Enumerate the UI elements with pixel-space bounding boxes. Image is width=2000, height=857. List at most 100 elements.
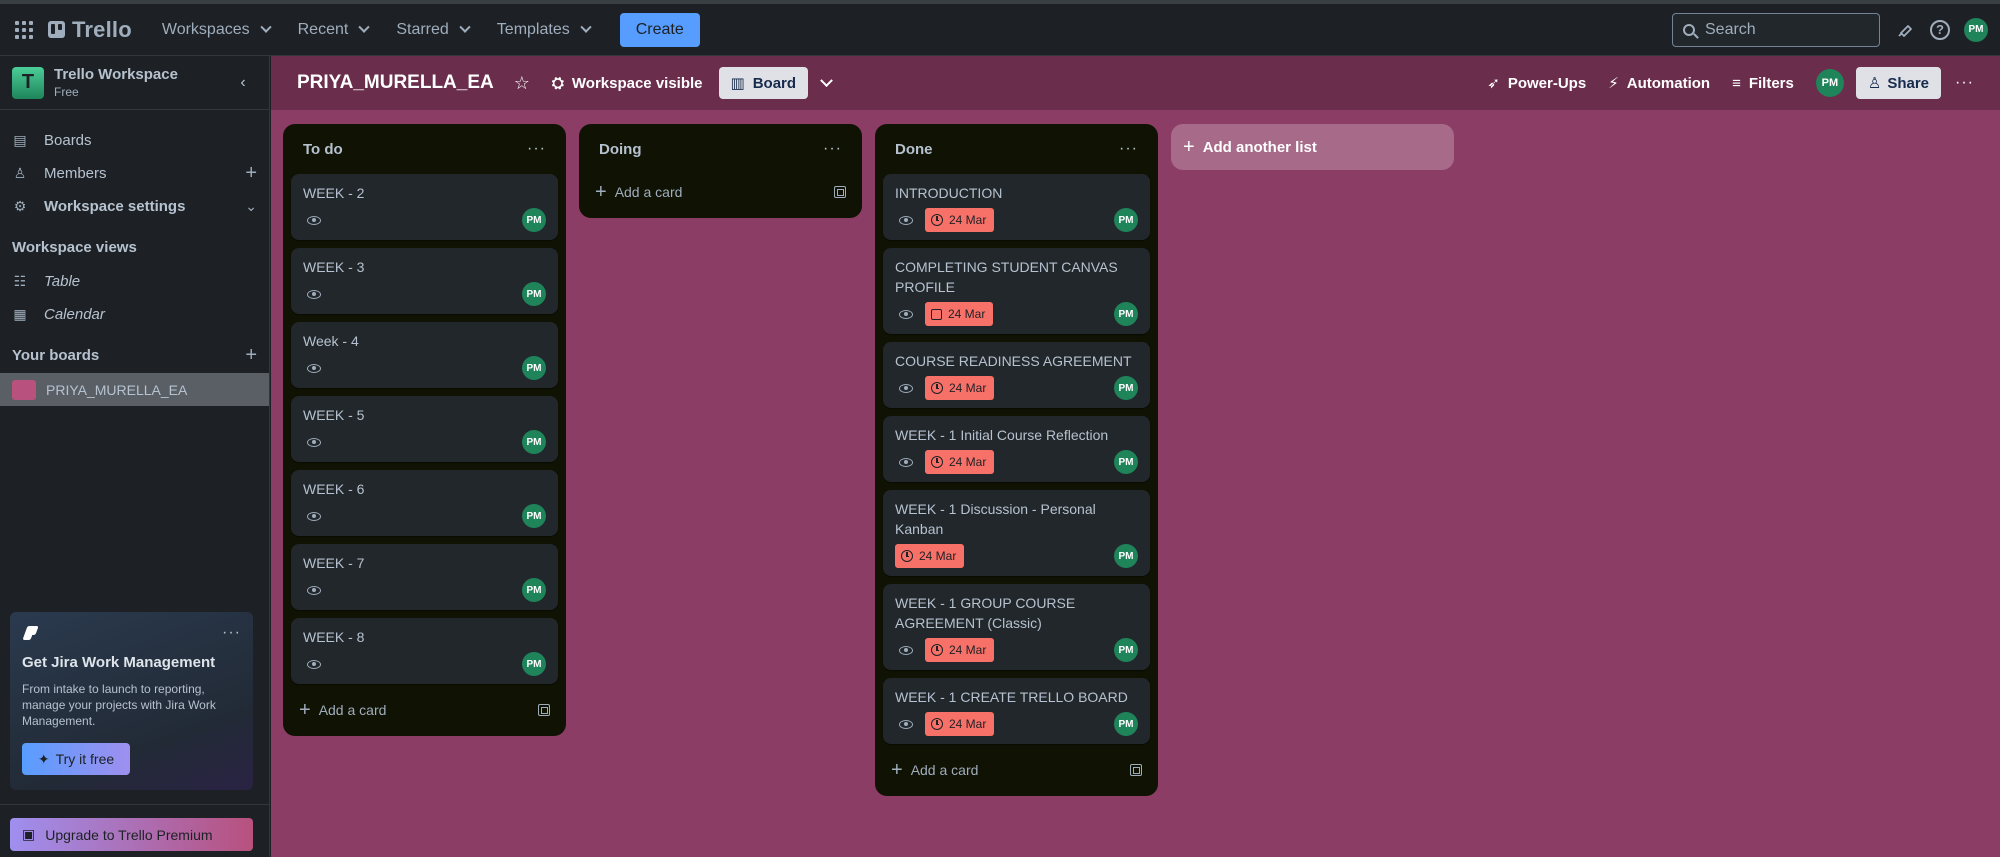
sidebar-board-item[interactable]: PRIYA_MURELLA_EA bbox=[0, 373, 269, 406]
trello-logo[interactable]: Trello bbox=[48, 17, 132, 43]
list-header[interactable]: To do ··· bbox=[291, 124, 558, 174]
eye-icon bbox=[307, 585, 321, 595]
card-badges: 24 Mar PM bbox=[895, 712, 1138, 736]
card[interactable]: WEEK - 1 Discussion - Personal Kanban 24 … bbox=[883, 490, 1150, 576]
list-menu-icon[interactable]: ··· bbox=[823, 140, 842, 158]
board-item-label: PRIYA_MURELLA_EA bbox=[46, 381, 188, 398]
card-member-avatar[interactable]: PM bbox=[1114, 712, 1138, 736]
card[interactable]: WEEK - 3 PM bbox=[291, 248, 558, 314]
nav-templates[interactable]: Templates bbox=[485, 12, 602, 48]
visibility-button[interactable]: ⛭ Workspace visible bbox=[552, 75, 703, 92]
more-options-icon[interactable]: ··· bbox=[222, 624, 241, 642]
create-from-template-icon[interactable] bbox=[538, 704, 550, 716]
due-date-badge[interactable]: 24 Mar bbox=[925, 376, 995, 400]
card-member-avatar[interactable]: PM bbox=[1114, 450, 1138, 474]
card-member-avatar[interactable]: PM bbox=[1114, 302, 1138, 326]
sidebar-item-table[interactable]: ☷ Table bbox=[0, 265, 269, 298]
card[interactable]: Week - 4 PM bbox=[291, 322, 558, 388]
list-title[interactable]: Doing bbox=[599, 141, 642, 158]
card[interactable]: WEEK - 6 PM bbox=[291, 470, 558, 536]
chevron-down-icon bbox=[459, 21, 471, 33]
due-date-badge[interactable]: 24 Mar bbox=[895, 544, 965, 568]
card-member-avatar[interactable]: PM bbox=[522, 578, 546, 602]
card-member-avatar[interactable]: PM bbox=[522, 356, 546, 380]
card[interactable]: INTRODUCTION 24 Mar PM bbox=[883, 174, 1150, 240]
add-another-list-button[interactable]: + Add another list bbox=[1171, 124, 1454, 170]
sidebar-item-calendar[interactable]: ▦ Calendar bbox=[0, 298, 269, 331]
sidebar-item-members[interactable]: ♙ Members + bbox=[0, 157, 269, 190]
notifications-icon[interactable] bbox=[1894, 19, 1916, 41]
collapse-sidebar-button[interactable]: ‹ bbox=[229, 69, 257, 97]
card-member-avatar[interactable]: PM bbox=[1114, 376, 1138, 400]
card[interactable]: WEEK - 2 PM bbox=[291, 174, 558, 240]
list-title[interactable]: Done bbox=[895, 141, 933, 158]
board-menu-icon[interactable]: ··· bbox=[1955, 74, 1974, 92]
list-header[interactable]: Doing ··· bbox=[587, 124, 854, 174]
add-card-button[interactable]: + Add a card bbox=[883, 752, 1150, 788]
sidebar-item-workspace-settings[interactable]: ⚙ Workspace settings ⌄ bbox=[0, 190, 269, 223]
nav-workspaces[interactable]: Workspaces bbox=[150, 12, 282, 48]
list-menu-icon[interactable]: ··· bbox=[1119, 140, 1138, 158]
due-date-badge[interactable]: 24 Mar bbox=[925, 208, 995, 232]
list-done: Done ··· INTRODUCTION 24 Mar PM COMPLETING … bbox=[875, 124, 1158, 796]
card[interactable]: WEEK - 8 PM bbox=[291, 618, 558, 684]
people-icon: ⛭ bbox=[551, 74, 564, 92]
card-title: WEEK - 3 bbox=[303, 259, 365, 275]
board-title[interactable]: PRIYA_MURELLA_EA bbox=[297, 72, 494, 94]
card-member-avatar[interactable]: PM bbox=[522, 282, 546, 306]
card-member-avatar[interactable]: PM bbox=[522, 504, 546, 528]
app-switcher-icon[interactable] bbox=[12, 18, 36, 42]
filter-icon: ≡ bbox=[1732, 74, 1741, 92]
search-box[interactable] bbox=[1672, 12, 1880, 47]
try-it-free-button[interactable]: ✦ Try it free bbox=[22, 743, 130, 775]
card-member-avatar[interactable]: PM bbox=[1114, 208, 1138, 232]
list-menu-icon[interactable]: ··· bbox=[527, 140, 546, 158]
filters-button[interactable]: ≡ Filters bbox=[1732, 75, 1794, 92]
help-icon[interactable]: ? bbox=[1930, 19, 1950, 40]
card[interactable]: WEEK - 7 PM bbox=[291, 544, 558, 610]
create-from-template-icon[interactable] bbox=[1130, 764, 1142, 776]
star-icon[interactable]: ☆ bbox=[514, 73, 530, 94]
board-member-avatar[interactable]: PM bbox=[1815, 69, 1844, 97]
add-board-icon[interactable]: + bbox=[245, 344, 257, 367]
card[interactable]: WEEK - 5 PM bbox=[291, 396, 558, 462]
due-date-badge[interactable]: 24 Mar bbox=[925, 450, 995, 474]
card-member-avatar[interactable]: PM bbox=[1114, 638, 1138, 662]
card-title: WEEK - 8 bbox=[303, 629, 365, 645]
card[interactable]: COURSE READINESS AGREEMENT 24 Mar PM bbox=[883, 342, 1150, 408]
card[interactable]: COMPLETING STUDENT CANVAS PROFILE 24 Mar P… bbox=[883, 248, 1150, 334]
sidebar-item-label: Calendar bbox=[44, 306, 105, 323]
board-view-button[interactable]: ▥ Board bbox=[718, 67, 809, 99]
card-member-avatar[interactable]: PM bbox=[522, 430, 546, 454]
list-header[interactable]: Done ··· bbox=[883, 124, 1150, 174]
card[interactable]: WEEK - 1 GROUP COURSE AGREEMENT (Classic… bbox=[883, 584, 1150, 670]
add-card-button[interactable]: + Add a card bbox=[291, 692, 558, 728]
user-avatar[interactable]: PM bbox=[1964, 17, 1988, 42]
card-title: WEEK - 1 Initial Course Reflection bbox=[895, 427, 1109, 443]
list-title[interactable]: To do bbox=[303, 141, 343, 158]
chevron-down-icon[interactable] bbox=[820, 73, 833, 87]
sidebar-item-boards[interactable]: ▤ Boards bbox=[0, 124, 269, 157]
card-member-avatar[interactable]: PM bbox=[522, 652, 546, 676]
workspace-views-header: Workspace views bbox=[0, 229, 269, 265]
add-card-button[interactable]: + Add a card bbox=[587, 174, 854, 210]
share-button[interactable]: ♙ Share bbox=[1855, 67, 1942, 99]
search-input[interactable] bbox=[1705, 20, 1865, 39]
card[interactable]: WEEK - 1 CREATE TRELLO BOARD 24 Mar PM bbox=[883, 678, 1150, 744]
due-date-badge[interactable]: 24 Mar bbox=[925, 302, 994, 326]
due-date-badge[interactable]: 24 Mar bbox=[925, 712, 995, 736]
filters-label: Filters bbox=[1748, 74, 1794, 92]
add-member-icon[interactable]: + bbox=[245, 162, 257, 185]
automation-button[interactable]: ⚡ Automation bbox=[1608, 74, 1710, 93]
power-ups-button[interactable]: ➶ Power-Ups bbox=[1487, 74, 1586, 93]
eye-icon bbox=[899, 457, 913, 467]
due-date-badge[interactable]: 24 Mar bbox=[925, 638, 995, 662]
card[interactable]: WEEK - 1 Initial Course Reflection 24 Mar… bbox=[883, 416, 1150, 482]
nav-starred[interactable]: Starred bbox=[384, 12, 480, 48]
card-member-avatar[interactable]: PM bbox=[522, 208, 546, 232]
create-button[interactable]: Create bbox=[619, 12, 700, 47]
upgrade-premium-button[interactable]: ▣ Upgrade to Trello Premium bbox=[10, 818, 253, 851]
nav-recent[interactable]: Recent bbox=[286, 12, 381, 48]
create-from-template-icon[interactable] bbox=[834, 186, 846, 198]
card-member-avatar[interactable]: PM bbox=[1114, 544, 1138, 568]
